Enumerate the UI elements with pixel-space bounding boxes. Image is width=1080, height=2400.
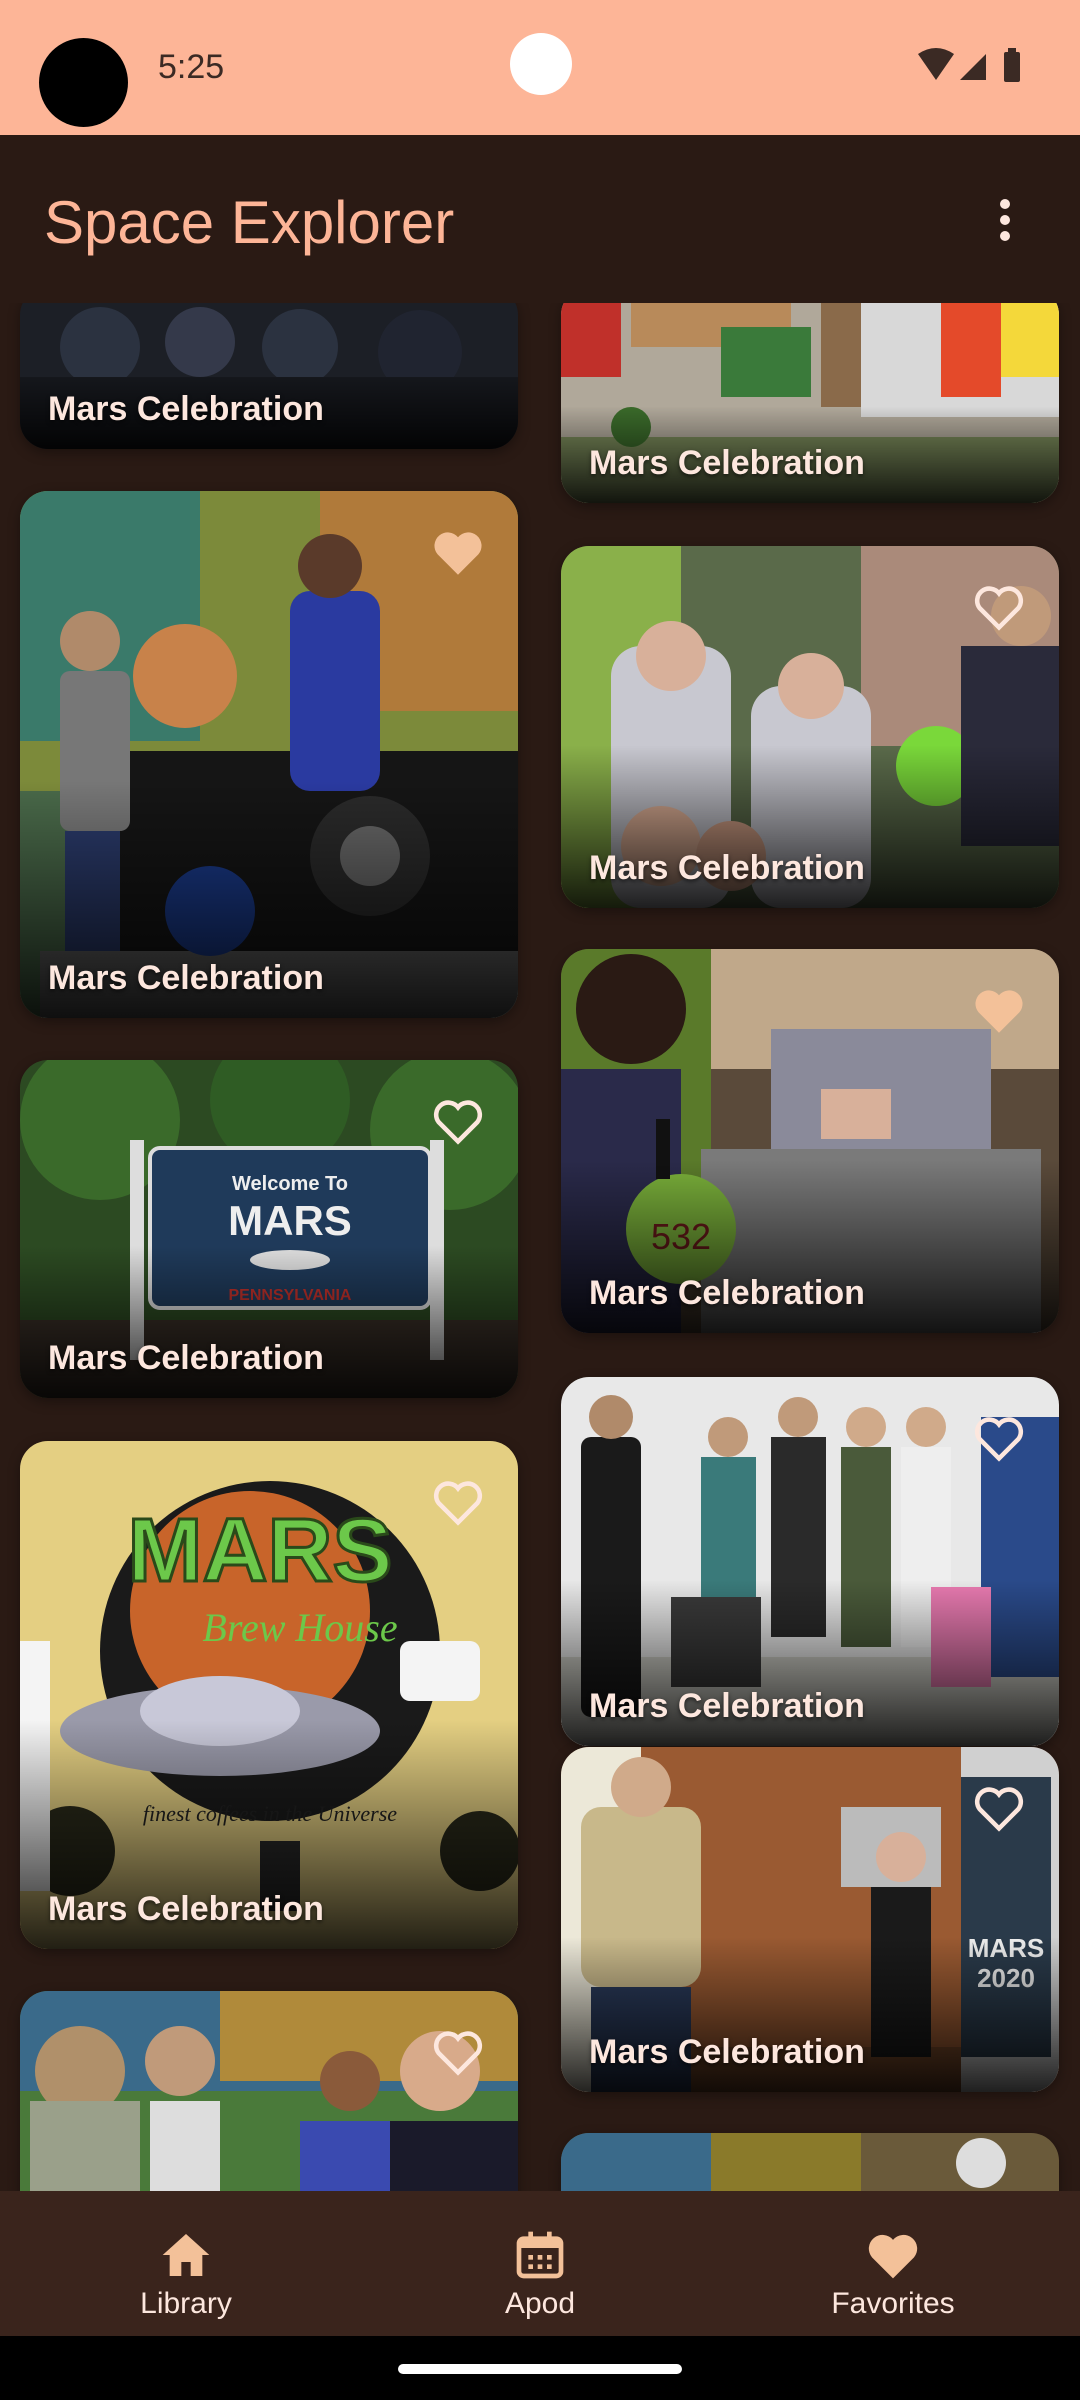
image-card[interactable]: MARS 2020 Mars Celebration — [561, 1747, 1059, 2092]
nav-label: Favorites — [831, 2287, 955, 2320]
wifi-icon — [918, 48, 954, 80]
svg-text:MARS: MARS — [228, 1197, 352, 1244]
card-title: Mars Celebration — [589, 444, 865, 482]
image-card[interactable]: Welcome To MARS PENNSYLVANIA Mars Celebr… — [20, 1060, 518, 1398]
favorite-heart-outline-icon[interactable] — [430, 2027, 486, 2077]
image-card[interactable] — [20, 1991, 518, 2191]
image-card[interactable]: Mars Celebration — [20, 303, 518, 449]
card-photo — [20, 1991, 518, 2191]
image-card[interactable]: Mars Celebration — [561, 303, 1059, 503]
signal-icon — [960, 54, 986, 80]
status-bar: 5:25 — [0, 0, 1080, 135]
image-grid[interactable]: Mars Celebration Mars Celebration Welcom… — [0, 303, 1080, 2191]
favorite-heart-outline-icon[interactable] — [971, 1783, 1027, 1833]
card-title: Mars Celebration — [48, 1890, 324, 1928]
status-icons — [918, 48, 1020, 82]
favorite-heart-filled-icon[interactable] — [430, 527, 486, 577]
image-card[interactable]: Mars Celebration — [561, 546, 1059, 908]
image-card[interactable]: 532 Mars Celebration — [561, 949, 1059, 1333]
favorite-heart-outline-icon[interactable] — [971, 582, 1027, 632]
nav-label: Apod — [504, 2287, 576, 2320]
bottom-navigation: Library Apod Favorites — [0, 2191, 1080, 2336]
svg-text:MARS: MARS — [128, 1501, 393, 1601]
app-title: Space Explorer — [44, 189, 455, 256]
card-title: Mars Celebration — [589, 2033, 865, 2071]
nav-label: Library — [140, 2287, 232, 2320]
battery-icon — [1004, 52, 1020, 82]
home-indicator[interactable] — [398, 2364, 682, 2374]
camera-cutout — [39, 38, 128, 127]
image-card[interactable]: Mars Celebration — [561, 1377, 1059, 1746]
card-title: Mars Celebration — [48, 959, 324, 997]
card-title: Mars Celebration — [48, 390, 324, 428]
calendar-icon — [516, 2231, 564, 2279]
card-title: Mars Celebration — [589, 1274, 865, 1312]
image-card[interactable]: MARS Brew House finest coffees in the Un… — [20, 1441, 518, 1949]
home-icon — [162, 2234, 210, 2276]
image-card[interactable] — [561, 2133, 1059, 2191]
card-title: Mars Celebration — [48, 1339, 324, 1377]
svg-text:Welcome To: Welcome To — [232, 1173, 348, 1195]
card-photo — [561, 2133, 1059, 2191]
heart-icon — [868, 2234, 918, 2279]
more-options-icon[interactable] — [985, 195, 1025, 245]
image-card[interactable]: Mars Celebration — [20, 491, 518, 1018]
card-title: Mars Celebration — [589, 1687, 865, 1725]
favorite-heart-outline-icon[interactable] — [971, 1413, 1027, 1463]
status-time: 5:25 — [158, 48, 225, 86]
nav-item-library[interactable]: Library — [36, 2191, 336, 2336]
favorite-heart-outline-icon[interactable] — [430, 1096, 486, 1146]
nav-item-apod[interactable]: Apod — [390, 2191, 690, 2336]
card-title: Mars Celebration — [589, 849, 865, 887]
favorite-heart-filled-icon[interactable] — [971, 985, 1027, 1035]
nav-item-favorites[interactable]: Favorites — [743, 2191, 1043, 2336]
favorite-heart-outline-icon[interactable] — [430, 1477, 486, 1527]
svg-text:Brew House: Brew House — [202, 1605, 397, 1650]
front-camera — [510, 33, 572, 95]
